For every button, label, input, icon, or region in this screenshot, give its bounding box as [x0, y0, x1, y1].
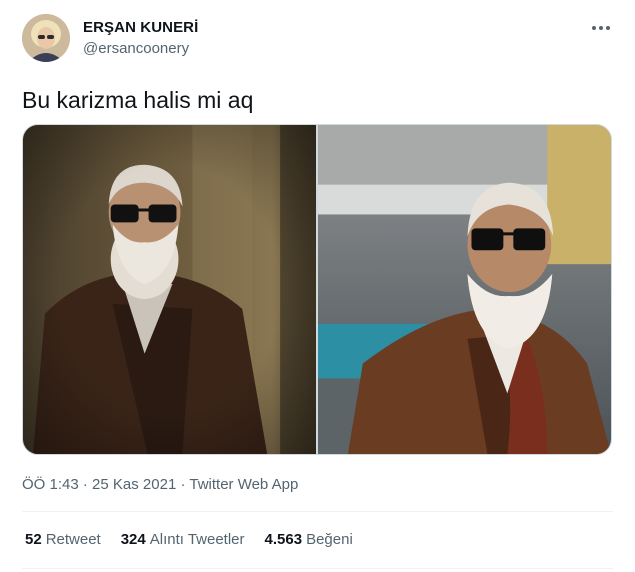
- like-count[interactable]: 4.563 Beğeni: [265, 530, 353, 550]
- retweet-count-value: 52: [25, 531, 42, 548]
- tweet-timestamp-time[interactable]: ÖÖ 1:43: [22, 476, 79, 493]
- tweet-metadata: ÖÖ 1:43 · 25 Kas 2021 · Twitter Web App: [22, 475, 298, 495]
- media-grid: [22, 124, 612, 455]
- quote-count-label: Alıntı Tweetler: [149, 531, 245, 548]
- tweet-text: Bu karizma halis mi aq: [22, 87, 254, 113]
- more-options-button[interactable]: [589, 18, 613, 38]
- user-handle[interactable]: @ersancoonery: [83, 39, 198, 59]
- like-count-value: 4.563: [264, 531, 303, 548]
- author-block: ERŞAN KUNERİ @ersancoonery: [83, 18, 198, 59]
- retweet-count-label: Retweet: [45, 531, 101, 548]
- avatar-image: [22, 14, 70, 62]
- quote-tweet-count[interactable]: 324 Alıntı Tweetler: [121, 530, 245, 550]
- meta-separator-1: ·: [78, 476, 93, 493]
- tweet-timestamp-date[interactable]: 25 Kas 2021: [92, 476, 176, 493]
- retweet-count[interactable]: 52 Retweet: [25, 530, 101, 550]
- avatar[interactable]: [22, 14, 70, 62]
- tweet-photo-1[interactable]: [23, 125, 316, 454]
- quote-count-value: 324: [120, 531, 146, 548]
- divider-top: [22, 511, 613, 512]
- tweet-photo-2[interactable]: [318, 125, 611, 454]
- tweet-source[interactable]: Twitter Web App: [189, 476, 298, 493]
- tweet-stats: 52 Retweet 324 Alıntı Tweetler 4.563 Beğeni: [25, 530, 373, 550]
- display-name[interactable]: ERŞAN KUNERİ: [83, 18, 198, 38]
- tweet-card: ERŞAN KUNERİ @ersancoonery Bu karizma ha…: [0, 0, 635, 572]
- meta-separator-2: ·: [176, 476, 190, 493]
- more-horizontal-icon: [591, 26, 611, 30]
- divider-bottom: [22, 568, 613, 569]
- like-count-label: Beğeni: [306, 531, 353, 548]
